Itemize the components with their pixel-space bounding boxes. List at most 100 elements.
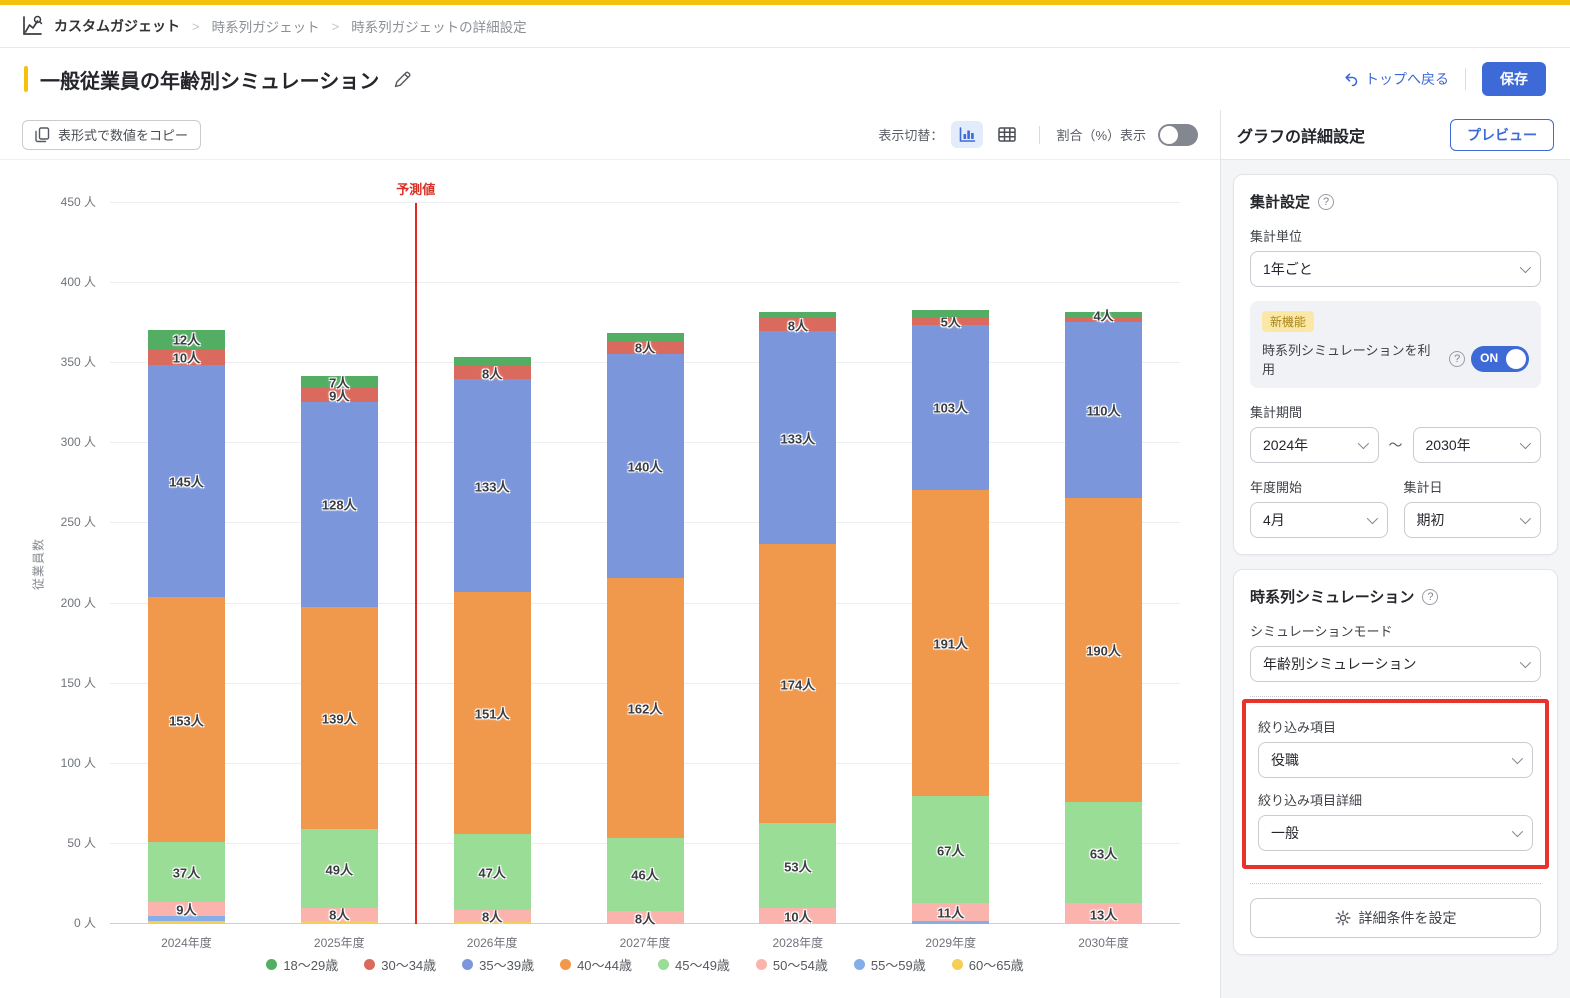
bar-segment-50〜54歳: 8人 bbox=[301, 908, 378, 921]
chevron-down-icon bbox=[1512, 753, 1523, 764]
legend-label: 35〜39歳 bbox=[479, 955, 534, 974]
simulation-on-toggle[interactable]: ON bbox=[1471, 346, 1529, 372]
bar-chart-icon bbox=[959, 127, 976, 142]
sidebar-header: グラフの詳細設定 プレビュー bbox=[1221, 110, 1570, 160]
chevron-down-icon bbox=[1520, 513, 1531, 524]
bar-chart-view-button[interactable] bbox=[951, 121, 983, 148]
bar-segment-55〜59歳 bbox=[148, 916, 225, 921]
advanced-conditions-label: 詳細条件を設定 bbox=[1359, 908, 1457, 928]
stacked-bar-2025年度: 8人49人139人128人9人7人 bbox=[301, 376, 378, 924]
chevron-down-icon bbox=[1512, 826, 1523, 837]
bar-segment-30〜34歳: 8人 bbox=[454, 366, 531, 379]
stacked-bar-2027年度: 8人46人162人140人8人 bbox=[607, 333, 684, 924]
aggregation-date-value: 期初 bbox=[1417, 510, 1445, 530]
bar-segment-35〜39歳: 145人 bbox=[148, 365, 225, 597]
bar-segment-50〜54歳: 9人 bbox=[148, 902, 225, 916]
breadcrumb-detail-settings: 時系列ガジェットの詳細設定 bbox=[351, 16, 527, 36]
bar-segment-18〜29歳: 4人 bbox=[1065, 312, 1142, 318]
y-tick-label: 300 人 bbox=[36, 433, 96, 450]
chart-toolbar: 表形式で数値をコピー 表示切替： bbox=[0, 110, 1220, 160]
bar-segment-label: 12人 bbox=[138, 330, 235, 349]
fiscal-start-select[interactable]: 4月 bbox=[1250, 502, 1388, 538]
copy-as-table-button[interactable]: 表形式で数値をコピー bbox=[22, 120, 201, 150]
bar-segment-label: 10人 bbox=[749, 906, 846, 925]
bar-segment-label: 133人 bbox=[444, 476, 541, 495]
fiscal-start-value: 4月 bbox=[1263, 510, 1285, 530]
forecast-label: 予測値 bbox=[396, 179, 435, 198]
bar-segment-label: 49人 bbox=[291, 859, 388, 878]
y-tick-label: 400 人 bbox=[36, 273, 96, 290]
period-from-select[interactable]: 2024年 bbox=[1250, 427, 1379, 463]
bar-segment-label: 9人 bbox=[291, 385, 388, 404]
bar-segment-50〜54歳: 13人 bbox=[1065, 903, 1142, 924]
period-from-value: 2024年 bbox=[1263, 435, 1308, 455]
edit-title-button[interactable] bbox=[393, 70, 412, 89]
legend-item: 30〜34歳 bbox=[364, 955, 436, 974]
bar-segment-30〜34歳: 8人 bbox=[759, 318, 836, 331]
x-tick-label: 2024年度 bbox=[110, 934, 263, 951]
legend-item: 50〜54歳 bbox=[756, 955, 828, 974]
y-tick-label: 50 人 bbox=[36, 834, 96, 851]
bar-segment-60〜65歳 bbox=[454, 922, 531, 924]
divider bbox=[1465, 68, 1466, 90]
gridline bbox=[110, 202, 1180, 203]
bar-segment-45〜49歳: 53人 bbox=[759, 823, 836, 908]
bar-segment-18〜29歳 bbox=[607, 333, 684, 341]
bar-segment-18〜29歳: 7人 bbox=[301, 376, 378, 387]
back-to-top-link[interactable]: トップへ戻る bbox=[1343, 69, 1449, 89]
filter-detail-value: 一般 bbox=[1271, 823, 1299, 843]
help-icon[interactable]: ? bbox=[1318, 194, 1334, 210]
bar-segment-label: 153人 bbox=[138, 710, 235, 729]
advanced-conditions-button[interactable]: 詳細条件を設定 bbox=[1250, 898, 1541, 938]
simulation-mode-select[interactable]: 年齢別シミュレーション bbox=[1250, 646, 1541, 682]
period-to-select[interactable]: 2030年 bbox=[1413, 427, 1542, 463]
stacked-bar-chart: 従業員数 0 人50 人100 人150 人200 人250 人300 人350… bbox=[110, 203, 1180, 924]
breadcrumb-timeseries-gadget[interactable]: 時系列ガジェット bbox=[212, 16, 320, 36]
bar-segment-40〜44歳: 162人 bbox=[607, 578, 684, 838]
y-tick-label: 150 人 bbox=[36, 674, 96, 691]
y-tick-label: 100 人 bbox=[36, 754, 96, 771]
bar-segment-label: 46人 bbox=[597, 865, 694, 884]
legend-dot-icon bbox=[756, 959, 767, 970]
table-view-button[interactable] bbox=[991, 121, 1023, 148]
custom-gadget-logo-icon bbox=[20, 14, 44, 38]
bar-segment-label: 151人 bbox=[444, 704, 541, 723]
bar-segment-label: 11人 bbox=[902, 902, 999, 921]
gridline bbox=[110, 282, 1180, 283]
help-icon[interactable]: ? bbox=[1422, 589, 1438, 605]
legend-item: 55〜59歳 bbox=[854, 955, 926, 974]
breadcrumb-custom-gadget[interactable]: カスタムガジェット bbox=[54, 16, 180, 36]
save-button[interactable]: 保存 bbox=[1482, 62, 1546, 96]
filter-detail-select[interactable]: 一般 bbox=[1258, 815, 1533, 851]
bar-segment-40〜44歳: 191人 bbox=[912, 490, 989, 796]
bar-segment-label: 174人 bbox=[749, 674, 846, 693]
simulation-section-title: 時系列シミュレーション bbox=[1250, 586, 1414, 607]
bar-segment-label: 133人 bbox=[749, 428, 846, 447]
legend-label: 50〜54歳 bbox=[773, 955, 828, 974]
preview-button[interactable]: プレビュー bbox=[1450, 119, 1554, 151]
bar-segment-40〜44歳: 139人 bbox=[301, 607, 378, 830]
bar-segment-label: 9人 bbox=[138, 899, 235, 918]
simulation-toggle-label: 時系列シミュレーションを利用 bbox=[1262, 340, 1443, 378]
bar-segment-30〜34歳: 5人 bbox=[912, 317, 989, 325]
bar-segment-label: 103人 bbox=[902, 398, 999, 417]
filter-select[interactable]: 役職 bbox=[1258, 742, 1533, 778]
legend-item: 45〜49歳 bbox=[658, 955, 730, 974]
bar-segment-60〜65歳 bbox=[301, 921, 378, 924]
legend-label: 60〜65歳 bbox=[969, 955, 1024, 974]
chart-legend: 18〜29歳30〜34歳35〜39歳40〜44歳45〜49歳50〜54歳55〜5… bbox=[110, 955, 1180, 974]
unit-label: 集計単位 bbox=[1250, 226, 1541, 245]
new-feature-box: 新機能 時系列シミュレーションを利用 ? ON bbox=[1250, 301, 1541, 388]
chevron-down-icon bbox=[1366, 513, 1377, 524]
bar-segment-45〜49歳: 67人 bbox=[912, 796, 989, 903]
breadcrumb-separator: > bbox=[192, 19, 200, 34]
aggregation-date-select[interactable]: 期初 bbox=[1404, 502, 1542, 538]
bar-segment-55〜59歳 bbox=[912, 921, 989, 924]
percent-display-toggle[interactable] bbox=[1158, 124, 1198, 146]
aggregation-unit-select[interactable]: 1年ごと bbox=[1250, 251, 1541, 287]
view-toggle-label: 表示切替： bbox=[878, 125, 943, 144]
bar-segment-label: 13人 bbox=[1055, 904, 1152, 923]
legend-dot-icon bbox=[266, 959, 277, 970]
bar-segment-35〜39歳: 110人 bbox=[1065, 322, 1142, 498]
help-icon[interactable]: ? bbox=[1449, 351, 1465, 367]
